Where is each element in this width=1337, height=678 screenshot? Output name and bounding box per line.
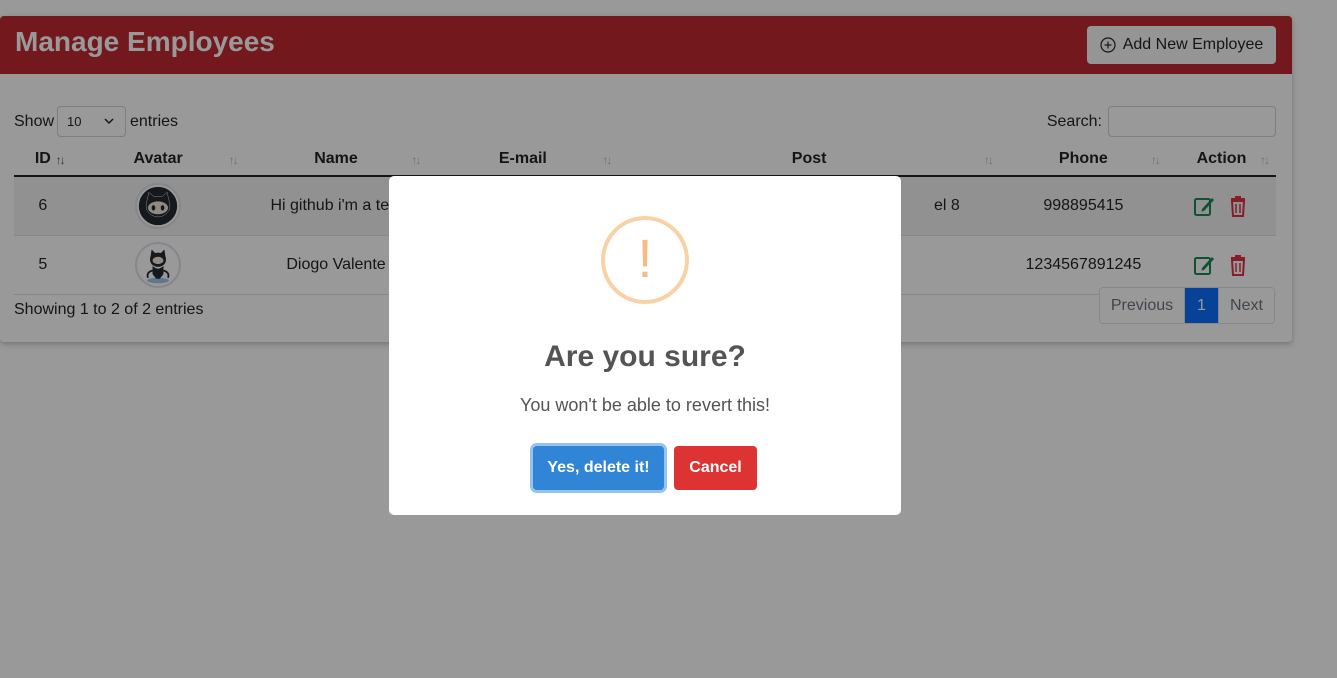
confirm-delete-button[interactable]: Yes, delete it! — [533, 446, 664, 490]
confirm-delete-dialog: ! Are you sure? You won't be able to rev… — [389, 176, 901, 515]
warning-glyph: ! — [637, 229, 653, 289]
dialog-title: Are you sure? — [544, 340, 746, 373]
dialog-text: You won't be able to revert this! — [520, 395, 770, 415]
warning-icon: ! — [601, 216, 689, 304]
cancel-button[interactable]: Cancel — [674, 446, 757, 490]
